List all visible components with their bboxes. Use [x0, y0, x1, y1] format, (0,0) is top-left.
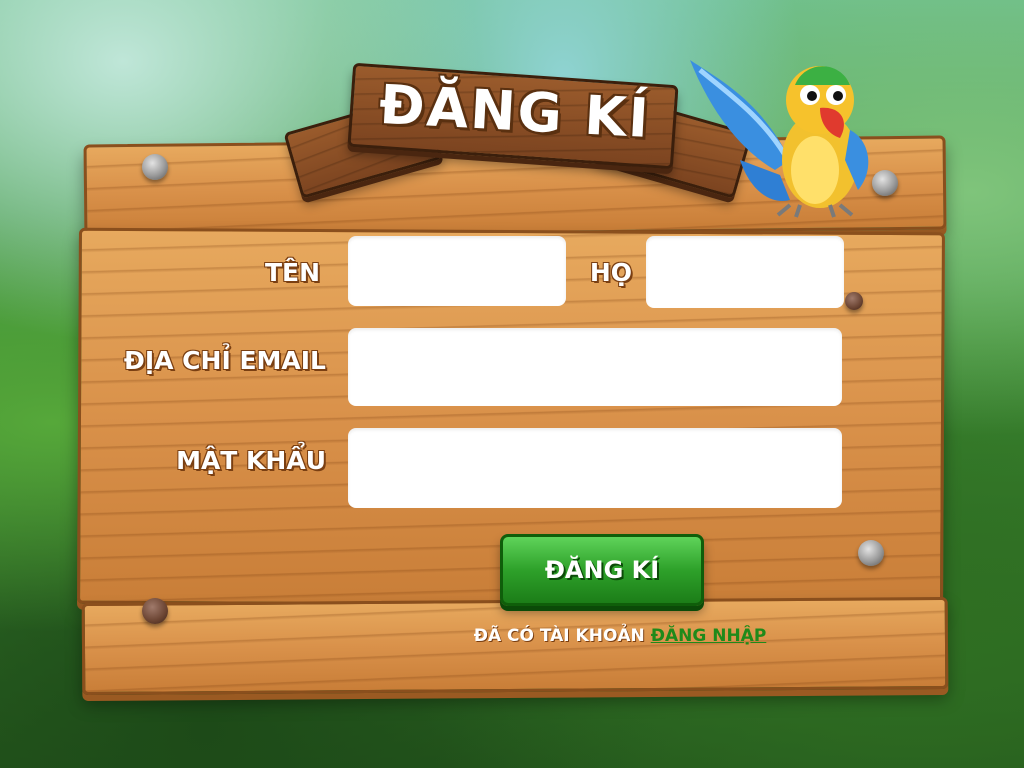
nail-icon [858, 540, 884, 566]
password-field[interactable] [348, 428, 842, 508]
nail-icon [845, 292, 863, 310]
login-prompt: ĐÃ CÓ TÀI KHOẢN ĐĂNG NHẬP [440, 626, 800, 646]
nail-icon [142, 154, 168, 180]
title-sign: ĐĂNG KÍ [283, 62, 753, 199]
first-name-label: TÊN [264, 258, 320, 287]
email-field[interactable] [348, 328, 842, 406]
login-link[interactable]: ĐĂNG NHẬP [651, 626, 767, 646]
register-button[interactable]: ĐĂNG KÍ [500, 534, 704, 606]
first-name-field[interactable] [348, 236, 566, 306]
login-prompt-text: ĐÃ CÓ TÀI KHOẢN [473, 626, 645, 646]
email-label: ĐỊA CHỈ EMAIL [123, 346, 326, 375]
nail-icon [142, 598, 168, 624]
board-plank-bottom [81, 596, 949, 696]
parrot-mascot-icon [690, 60, 869, 218]
last-name-label: HỌ [589, 258, 632, 287]
last-name-field[interactable] [646, 236, 844, 308]
password-label: MẬT KHẨU [176, 446, 326, 475]
